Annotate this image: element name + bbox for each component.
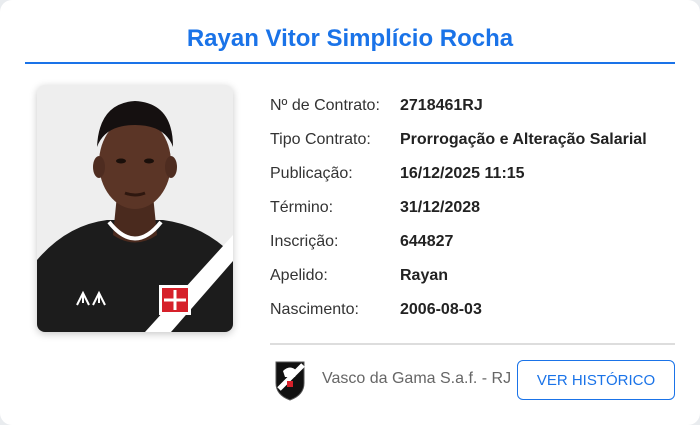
- field-value: Prorrogação e Alteração Salarial: [400, 131, 647, 148]
- player-name: Rayan Vitor Simplício Rocha: [186, 25, 514, 52]
- field-value: 16/12/2025 11:15: [400, 165, 525, 182]
- field-value: 31/12/2028: [400, 199, 481, 216]
- footer-divider: [270, 343, 675, 345]
- field-value: 2006-08-03: [400, 301, 482, 318]
- field-label: Nº de Contrato:: [270, 97, 380, 114]
- field-label: Publicação:: [270, 165, 353, 182]
- title-divider: [25, 62, 675, 64]
- field-label: Término:: [270, 199, 334, 216]
- club-name: Vasco da Gama S.a.f. - RJ: [322, 370, 512, 387]
- club-crest-icon: [273, 359, 307, 401]
- field-label: Tipo Contrato:: [270, 131, 371, 148]
- field-label: Nascimento:: [270, 301, 359, 318]
- field-value: 644827: [400, 233, 454, 250]
- player-photo: [37, 85, 233, 332]
- field-label: Apelido:: [270, 267, 328, 284]
- field-value: Rayan: [400, 267, 449, 284]
- contract-card: Rayan Vitor Simplício Rocha Nº de Contra…: [0, 0, 700, 425]
- field-value: 2718461RJ: [400, 97, 483, 114]
- field-label: Inscrição:: [270, 233, 339, 250]
- view-history-button[interactable]: VER HISTÓRICO: [517, 360, 675, 400]
